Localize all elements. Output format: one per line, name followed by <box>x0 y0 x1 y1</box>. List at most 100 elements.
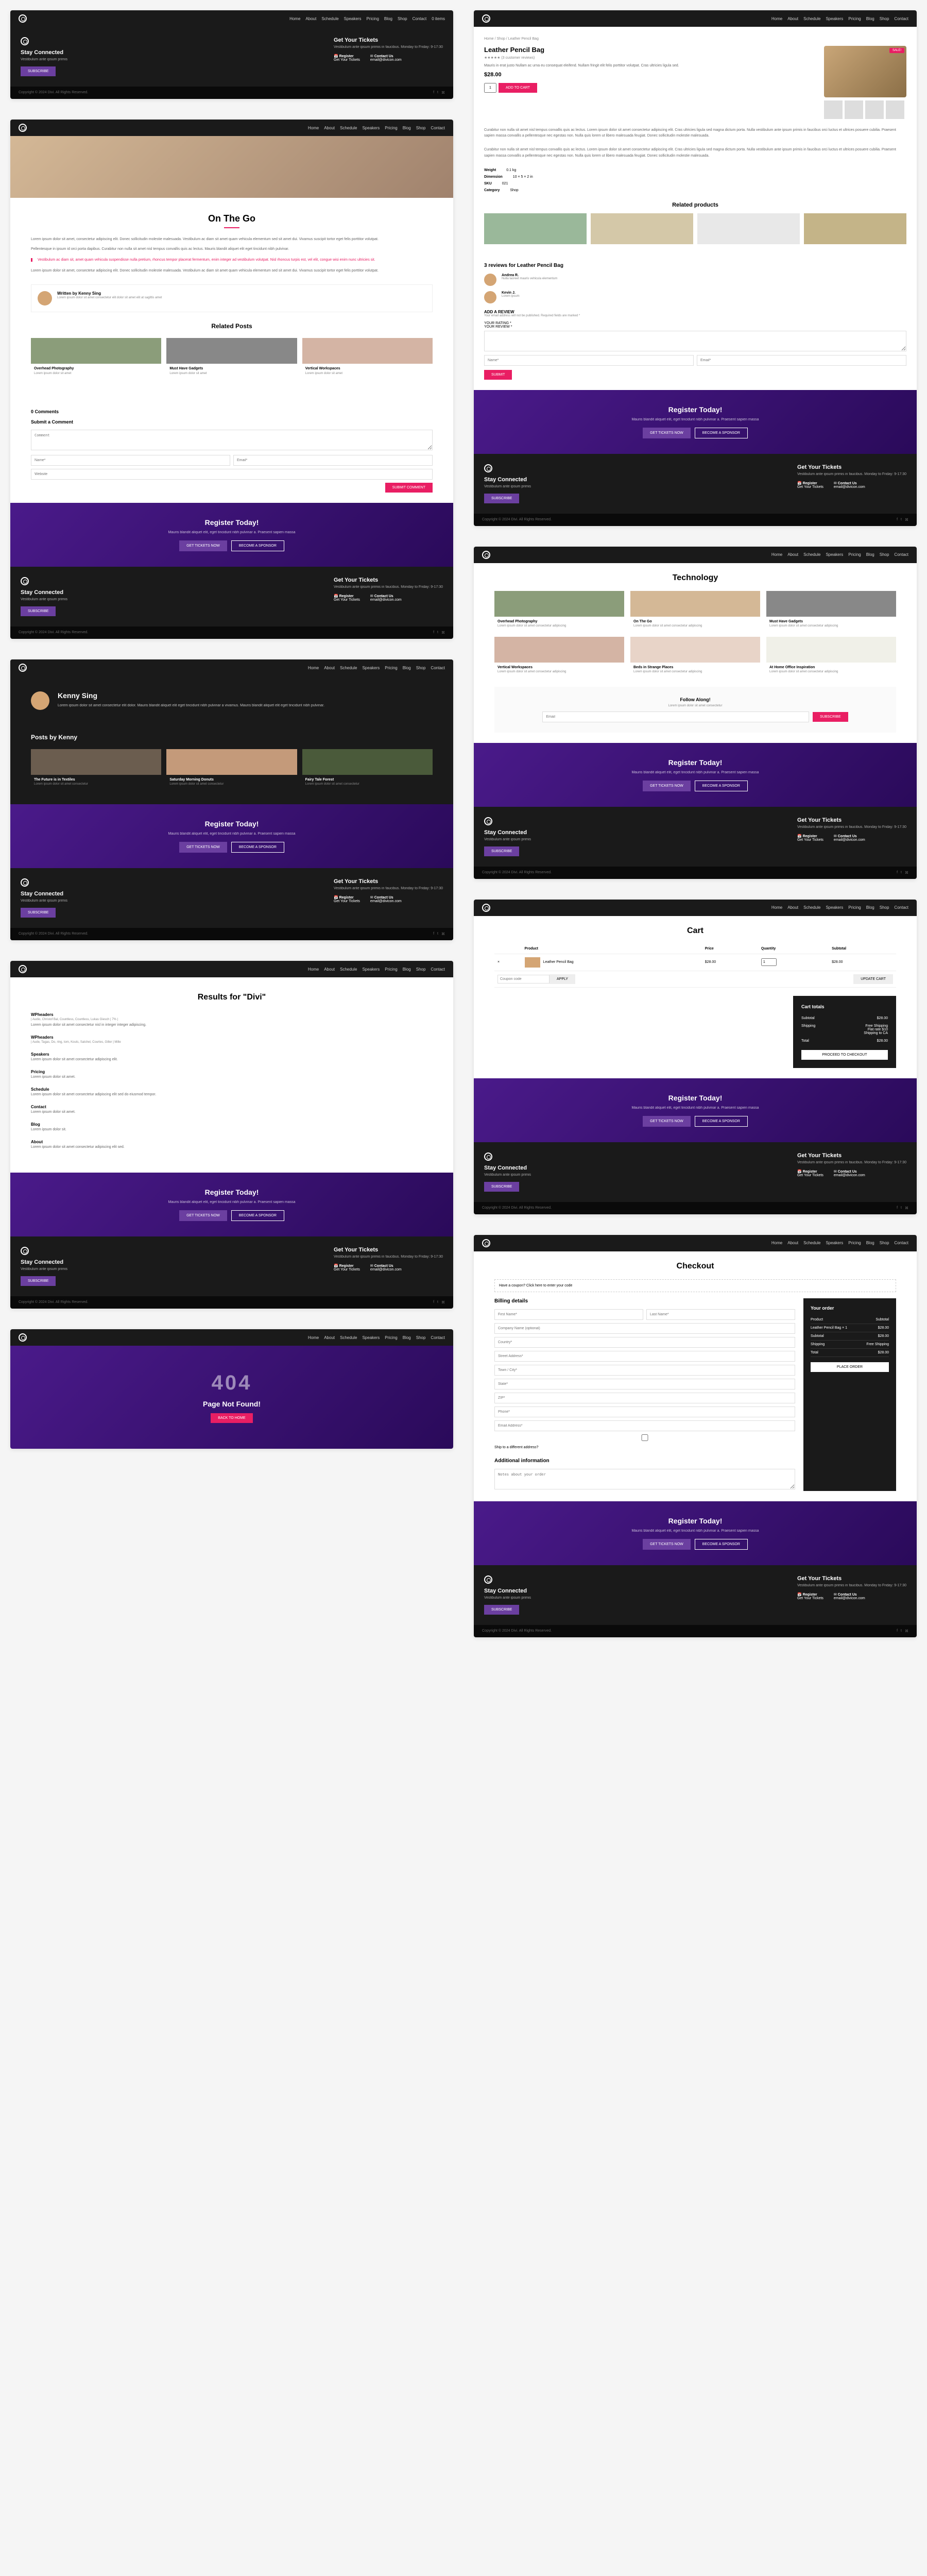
follow-subscribe-button[interactable]: SUBSCRIBE <box>813 712 848 722</box>
url-input[interactable] <box>31 469 433 480</box>
related-product[interactable] <box>804 213 906 244</box>
subscribe-button[interactable]: SUBSCRIBE <box>21 66 56 76</box>
post-card[interactable]: On The GoLorem ipsum dolor sit amet cons… <box>630 591 760 631</box>
related-product[interactable] <box>484 213 587 244</box>
post-card[interactable]: Overhead PhotographyLorem ipsum dolor si… <box>494 591 624 631</box>
register-text[interactable]: Get Your Tickets <box>334 58 360 62</box>
email-input[interactable] <box>233 455 433 466</box>
city-input[interactable] <box>494 1365 795 1376</box>
post-card[interactable]: Vertical WorkspacesLorem ipsum dolor sit… <box>302 338 433 384</box>
breadcrumb[interactable]: Home / Shop / Leather Pencil Bag <box>484 37 906 41</box>
phone-input[interactable] <box>494 1406 795 1417</box>
country-input[interactable] <box>494 1337 795 1348</box>
review: Kevin J.Lorem ipsum <box>484 291 906 303</box>
product-image[interactable]: SALE! <box>824 46 906 97</box>
twitter-icon[interactable]: t <box>437 91 438 95</box>
author-name: Kenny Sing <box>58 691 324 700</box>
nav-about[interactable]: About <box>305 16 316 21</box>
email-input[interactable] <box>494 1420 795 1431</box>
connect-text: Vestibulum ante ipsum primis <box>21 58 67 61</box>
nav-speakers[interactable]: Speakers <box>344 16 362 21</box>
post-title: On The Go <box>31 213 433 224</box>
search-result[interactable]: ContactLorem ipsum dolor sit amet. <box>31 1105 433 1114</box>
search-result[interactable]: BlogLorem ipsum dolor sit. <box>31 1122 433 1131</box>
rss-icon[interactable]: ⌘ <box>441 91 445 95</box>
thumbnail[interactable] <box>845 100 863 119</box>
update-cart-button[interactable]: UPDATE CART <box>853 974 893 984</box>
zip-input[interactable] <box>494 1393 795 1403</box>
company-input[interactable] <box>494 1323 795 1334</box>
nav-schedule[interactable]: Schedule <box>321 16 338 21</box>
coupon-input[interactable] <box>497 975 550 984</box>
thumbnail[interactable] <box>865 100 884 119</box>
register-label: Register <box>339 55 354 58</box>
logo[interactable] <box>19 124 27 132</box>
name-input[interactable] <box>31 455 230 466</box>
qty-input[interactable] <box>484 83 496 93</box>
nav-cart[interactable]: 0 items <box>432 16 445 21</box>
post-card[interactable]: At Home Office InspirationLorem ipsum do… <box>766 637 896 676</box>
remove-item-icon[interactable]: × <box>497 960 500 964</box>
post-card[interactable]: Beds in Strange PlacesLorem ipsum dolor … <box>630 637 760 676</box>
tickets-title: Get Your Tickets <box>334 37 443 43</box>
follow-email-input[interactable] <box>542 711 809 722</box>
review-email-input[interactable] <box>697 355 906 366</box>
submit-comment-button[interactable]: SUBMIT COMMENT <box>385 483 433 493</box>
thumbnail[interactable] <box>886 100 904 119</box>
post-body: Lorem ipsum dolor sit amet, consectetur … <box>31 236 433 242</box>
order-notes-textarea[interactable] <box>494 1469 795 1489</box>
diff-ship-checkbox[interactable] <box>494 1434 795 1441</box>
coupon-notice[interactable]: Have a coupon? Click here to enter your … <box>494 1279 896 1292</box>
cart-item-name[interactable]: Leather Pencil Bag <box>543 960 574 964</box>
nav-home[interactable]: Home <box>289 16 300 21</box>
search-result[interactable]: SpeakersLorem ipsum dolor sit amet conse… <box>31 1052 433 1061</box>
review-textarea[interactable] <box>484 331 906 351</box>
review-name-input[interactable] <box>484 355 694 366</box>
nav-blog[interactable]: Blog <box>384 16 392 21</box>
post-card[interactable]: Fairy Tale ForestLorem ipsum dolor sit a… <box>302 749 433 789</box>
nav-contact[interactable]: Contact <box>413 16 427 21</box>
product-long-desc: Curabitur non nulla sit amet nisl tempus… <box>484 127 906 139</box>
comments-count: 0 Comments <box>31 409 433 414</box>
get-tickets-button[interactable]: GET TICKETS NOW <box>179 540 227 551</box>
logo[interactable] <box>19 14 27 23</box>
post-card[interactable]: Vertical WorkspacesLorem ipsum dolor sit… <box>494 637 624 676</box>
search-result[interactable]: ScheduleLorem ipsum dolor sit amet conse… <box>31 1087 433 1096</box>
category-title: Technology <box>494 573 896 583</box>
related-product[interactable] <box>697 213 800 244</box>
nav: Home About Schedule Speakers Pricing Blog Shop… <box>10 10 453 27</box>
post-card[interactable]: Overhead PhotographyLorem ipsum dolor si… <box>31 338 161 384</box>
place-order-button[interactable]: PLACE ORDER <box>811 1362 889 1372</box>
search-result[interactable]: WPheaders| Aude, Tagas, Do, ring, tom, K… <box>31 1035 433 1044</box>
cart-qty-input[interactable] <box>761 958 777 966</box>
lname-input[interactable] <box>646 1309 795 1320</box>
apply-coupon-button[interactable]: APPLY <box>550 974 575 984</box>
sponsor-button[interactable]: BECOME A SPONSOR <box>231 540 284 551</box>
nav-shop[interactable]: Shop <box>398 16 407 21</box>
product-rating[interactable]: ★★★★★ (3 customer reviews) <box>484 56 816 60</box>
nav-pricing[interactable]: Pricing <box>366 16 379 21</box>
post-card[interactable]: Must Have GadgetsLorem ipsum dolor sit a… <box>166 338 297 384</box>
related-product[interactable] <box>591 213 693 244</box>
posts-by-title: Posts by Kenny <box>31 734 433 741</box>
comment-textarea[interactable] <box>31 430 433 450</box>
divider <box>224 227 239 228</box>
cart-item-image <box>525 957 540 968</box>
facebook-icon[interactable]: f <box>433 91 434 95</box>
contact-email[interactable]: email@divicon.com <box>370 58 402 62</box>
post-card[interactable]: Must Have GadgetsLorem ipsum dolor sit a… <box>766 591 896 631</box>
search-result[interactable]: AboutLorem ipsum dolor sit amet consecte… <box>31 1140 433 1149</box>
add-to-cart-button[interactable]: ADD TO CART <box>499 83 537 93</box>
checkout-button[interactable]: PROCEED TO CHECKOUT <box>801 1050 888 1060</box>
search-result[interactable]: PricingLorem ipsum dolor sit amet. <box>31 1070 433 1079</box>
back-home-button[interactable]: BACK TO HOME <box>211 1413 252 1423</box>
post-card[interactable]: The Future is in TextilesLorem ipsum dol… <box>31 749 161 789</box>
submit-review-button[interactable]: SUBMIT <box>484 370 512 380</box>
street-input[interactable] <box>494 1351 795 1362</box>
thumbnail[interactable] <box>824 100 843 119</box>
fname-input[interactable] <box>494 1309 643 1320</box>
author-bio: Lorem ipsum dolor sit amet consectetur e… <box>57 296 162 301</box>
search-result[interactable]: WPheaders| Audio, Christof Bal, Countles… <box>31 1012 433 1027</box>
state-input[interactable] <box>494 1379 795 1389</box>
post-card[interactable]: Saturday Morning DonutsLorem ipsum dolor… <box>166 749 297 789</box>
